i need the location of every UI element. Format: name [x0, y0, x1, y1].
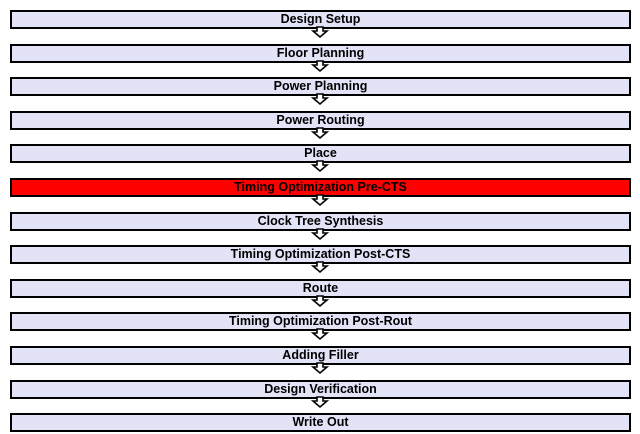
down-arrow-icon: [310, 362, 330, 375]
down-arrow-icon: [310, 60, 330, 73]
flow-step-13: Write Out: [10, 413, 631, 432]
down-arrow-icon: [310, 261, 330, 274]
down-arrow-icon: [310, 194, 330, 207]
down-arrow-icon: [310, 328, 330, 341]
down-arrow-icon: [310, 26, 330, 39]
down-arrow-icon: [310, 295, 330, 308]
down-arrow-icon: [310, 396, 330, 409]
flow-diagram: Design Setup Floor Planning Power Planning…: [0, 0, 640, 434]
down-arrow-icon: [310, 160, 330, 173]
down-arrow-icon: [310, 93, 330, 106]
down-arrow-icon: [310, 228, 330, 241]
down-arrow-icon: [310, 127, 330, 140]
